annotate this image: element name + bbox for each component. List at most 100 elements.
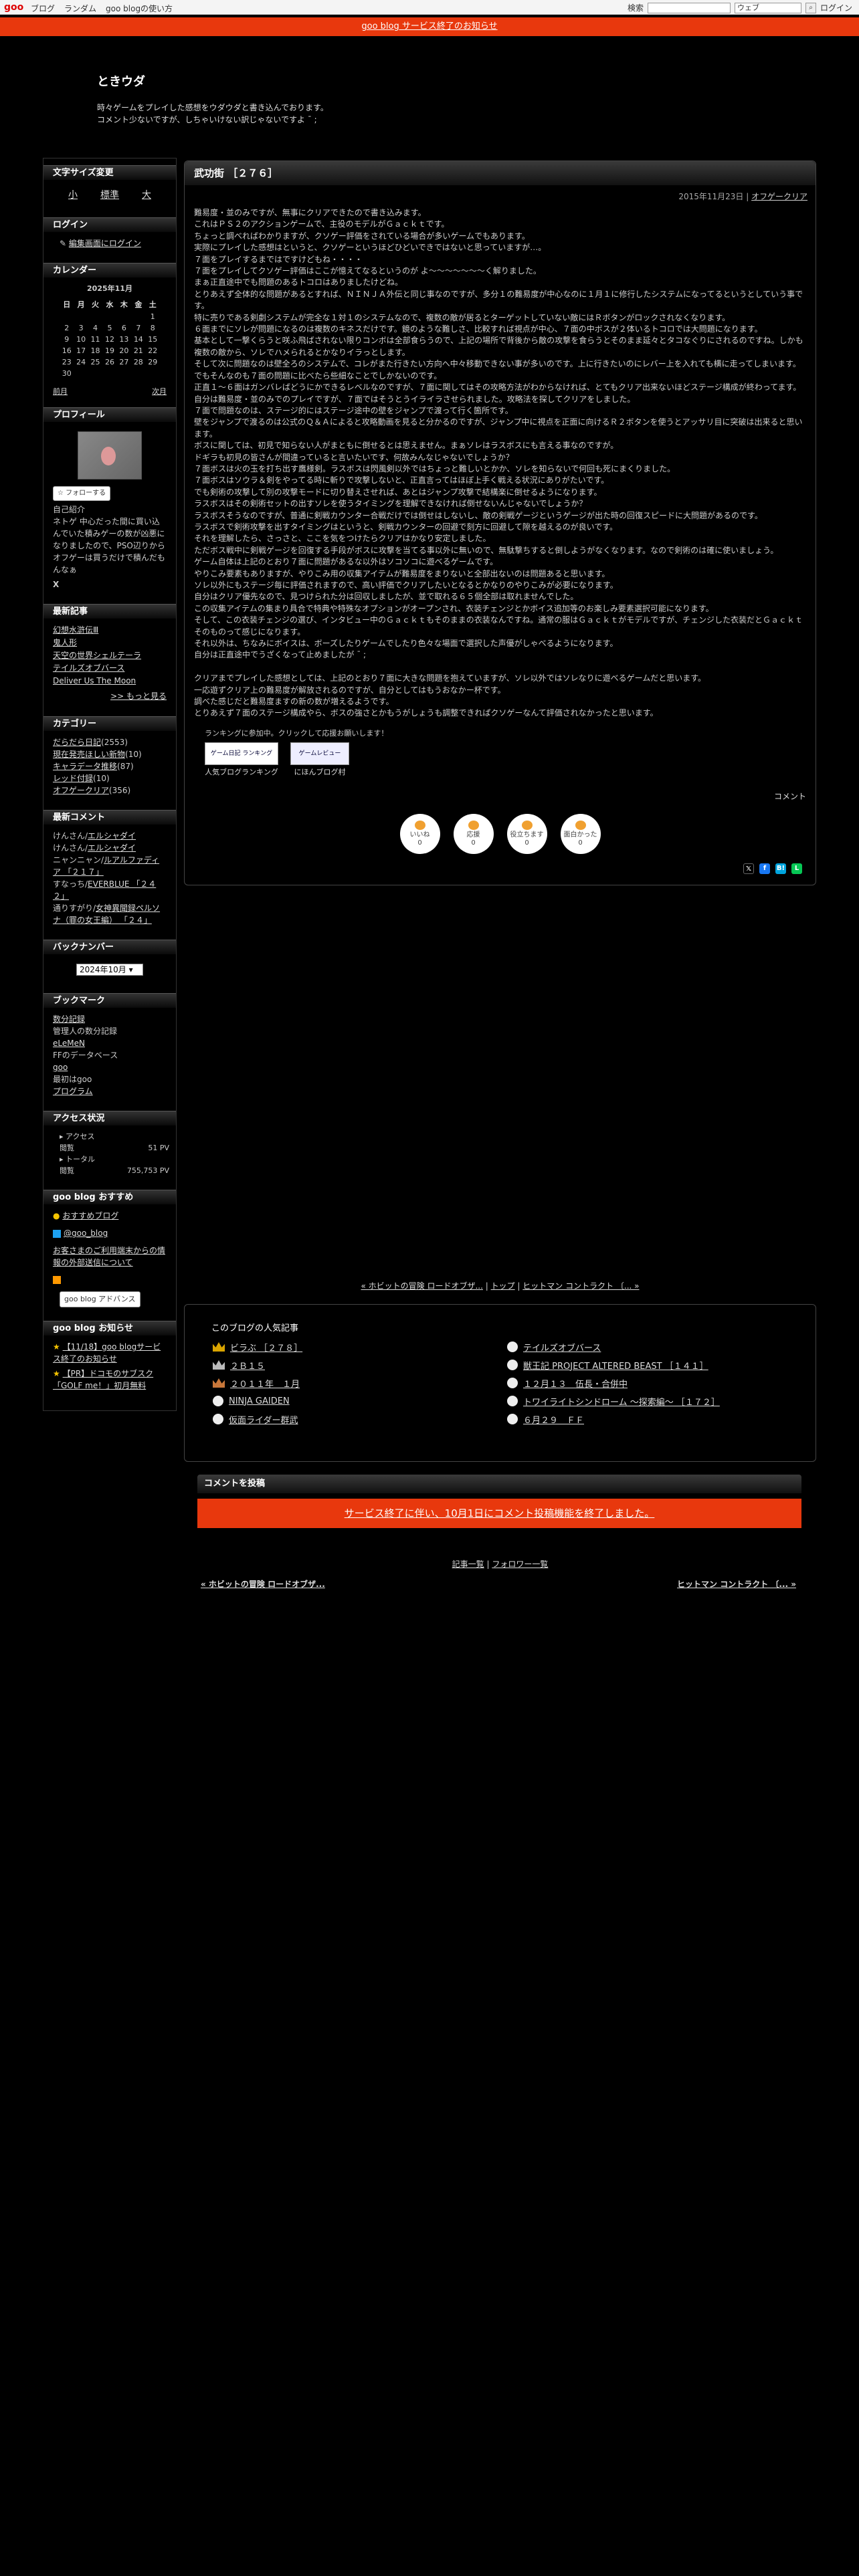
sidebar: 文字サイズ変更 小 標準 大 ログイン ✎ 編集画面にログイン カレンダー 20… xyxy=(43,158,177,1411)
news-link[interactable]: 【PR】ドコモのサブスク「GOLF me！」初月無料 xyxy=(53,1369,153,1390)
comment-link[interactable]: コメント xyxy=(774,792,806,801)
category-link[interactable]: だらだら日記 xyxy=(53,738,101,747)
rss-icon[interactable] xyxy=(53,1276,61,1284)
popular-post-link[interactable]: NINJA GAIDEN xyxy=(229,1396,290,1406)
popular-post-link[interactable]: ２０１１年 １月 xyxy=(230,1377,300,1390)
popular-post-link[interactable]: テイルズオブバース xyxy=(523,1341,601,1354)
reaction-count: 0 xyxy=(524,839,529,847)
comment-post-link[interactable]: エルシャダイ xyxy=(88,843,136,853)
popular-post-link[interactable]: １２月１３ 伍長・合併中 xyxy=(523,1377,628,1390)
calendar-day: 26 xyxy=(104,358,114,366)
reaction-button[interactable]: 面白かった 0 xyxy=(560,813,601,854)
reaction-button[interactable]: 役立ちます 0 xyxy=(506,813,547,854)
post-list-link[interactable]: 記事一覧 xyxy=(452,1560,484,1569)
bottom-next-post-link[interactable]: ヒットマン コントラクト 〔... » xyxy=(677,1578,796,1590)
fontsize-normal[interactable]: 標準 xyxy=(100,188,119,201)
access-total-views-label: 閲覧 xyxy=(60,1166,74,1175)
external-transmission-link[interactable]: お客さまのご利用端末からの情報の外部送信について xyxy=(53,1246,165,1267)
twitter-link[interactable]: @goo_blog xyxy=(64,1228,108,1238)
reaction-face-icon xyxy=(521,820,533,830)
comment-post-link[interactable]: エルシャダイ xyxy=(88,831,136,841)
fontsize-large[interactable]: 大 xyxy=(142,188,151,201)
popular-post-link[interactable]: ２Ｂ１５ xyxy=(230,1359,265,1372)
topbar-link-blog[interactable]: ブログ xyxy=(31,3,55,14)
x-share-icon[interactable]: 𝕏 xyxy=(743,863,754,874)
category-count: (10) xyxy=(93,774,110,783)
search-icon[interactable]: ⌕ xyxy=(805,2,817,13)
popular-post-link[interactable]: 獣王記 PROJECT ALTERED BEAST ［１４１］ xyxy=(523,1359,708,1372)
post-pager: « ホビットの冒険 ロードオブザ... | トップ | ヒットマン コントラクト… xyxy=(361,1281,640,1291)
recent-posts-more-link[interactable]: >> もっと見る xyxy=(53,690,167,703)
search-scope-select[interactable]: ウェブ xyxy=(735,2,802,13)
hatena-share-icon[interactable]: B! xyxy=(775,863,786,874)
backnumber-select[interactable]: 2024年10月 ▾ xyxy=(76,964,143,976)
top-link[interactable]: トップ xyxy=(491,1281,515,1291)
popular-post-link[interactable]: ６月２９ ＦＦ xyxy=(523,1413,584,1426)
reaction-buttons: いいね 0 応援 0 役立ちます 0 面白かった 0 xyxy=(185,813,816,854)
backnumber-title: バックナンバー xyxy=(43,940,176,954)
prev-post-link[interactable]: « ホビットの冒険 ロードオブザ... xyxy=(361,1281,482,1291)
popular-post-link[interactable]: ビラぶ ［２７８］ xyxy=(230,1341,302,1354)
calendar-next-month[interactable]: 次月 xyxy=(152,386,167,397)
popular-post-item: 獣王記 PROJECT ALTERED BEAST ［１４１］ xyxy=(507,1358,788,1372)
star-icon: ★ xyxy=(53,1342,60,1352)
calendar-prev-month[interactable]: 前月 xyxy=(53,386,68,397)
post-category-link[interactable]: オフゲークリア xyxy=(751,192,807,201)
popular-post-item: 仮面ライダー群武 xyxy=(213,1412,494,1426)
edit-login-link[interactable]: 編集画面にログイン xyxy=(69,239,141,248)
reaction-button[interactable]: 応援 0 xyxy=(453,813,494,854)
category-link[interactable]: 現在発売ほしい新物 xyxy=(53,750,125,759)
service-end-notice-link[interactable]: goo blog サービス終了のお知らせ xyxy=(361,21,497,31)
calendar-day: 21 xyxy=(133,346,143,355)
fontsize-small[interactable]: 小 xyxy=(68,188,78,201)
topbar-link-howto[interactable]: goo blogの使い方 xyxy=(106,3,173,14)
calendar-day: 18 xyxy=(90,346,100,355)
next-post-link[interactable]: ヒットマン コントラクト 〔... » xyxy=(522,1281,639,1291)
line-share-icon[interactable]: L xyxy=(791,863,802,874)
bookmark-link[interactable]: eLeMeN xyxy=(53,1037,167,1049)
comment-closed-link[interactable]: サービス終了に伴い、10月1日にコメント投稿機能を終了しました。 xyxy=(345,1507,655,1519)
calendar-day: 8 xyxy=(150,324,155,332)
recent-comments-list: けんさん/エルシャダイ けんさん/エルシャダイ ニャンニャン/ルアルファディア 「２… xyxy=(43,825,176,932)
ranking-banner-mura[interactable]: ゲームレビュー xyxy=(290,742,349,765)
calendar-day: 2 xyxy=(64,324,70,332)
access-today-label: ▸ アクセス xyxy=(60,1132,95,1141)
blog-title[interactable]: ときウダ xyxy=(97,72,699,90)
facebook-share-icon[interactable]: f xyxy=(759,863,770,874)
bookmark-link[interactable]: プログラム xyxy=(53,1085,167,1097)
search-input[interactable] xyxy=(648,2,731,13)
category-link[interactable]: オフゲークリア xyxy=(53,786,109,795)
calendar-weekday: 月 xyxy=(77,300,85,309)
recent-post-link[interactable]: Deliver Us The Moon xyxy=(53,675,167,687)
x-icon[interactable]: X xyxy=(53,578,167,591)
recent-post-link[interactable]: テイルズオブバース xyxy=(53,662,167,675)
recent-post-link[interactable]: 天空の世界シェルテーラ xyxy=(53,649,167,662)
news-link[interactable]: 【11/18】goo blogサービス終了のお知らせ xyxy=(53,1342,161,1364)
calendar-day: 24 xyxy=(76,358,86,366)
calendar-day xyxy=(146,368,160,379)
follow-button[interactable]: ☆ フォローする xyxy=(53,486,111,501)
follower-list-link[interactable]: フォロワー一覧 xyxy=(492,1560,548,1569)
bottom-prev-post-link[interactable]: « ホビットの冒険 ロードオブザ... xyxy=(201,1578,325,1590)
calendar-day: 11 xyxy=(90,335,100,344)
category-link[interactable]: キャラデータ推移 xyxy=(53,762,117,771)
goo-logo[interactable]: goo xyxy=(4,2,23,13)
recommend-blog-link[interactable]: おすすめブログ xyxy=(62,1211,118,1220)
ranking-link-mura[interactable]: にほんブログ村 xyxy=(294,766,346,777)
profile-avatar[interactable] xyxy=(78,431,142,479)
ranking-banner-popular[interactable]: ゲーム日記 ランキング xyxy=(205,742,278,765)
bookmark-link[interactable]: goo xyxy=(53,1061,167,1073)
topbar-link-random[interactable]: ランダム xyxy=(64,3,96,14)
popular-post-link[interactable]: トワイライトシンドローム 〜探索編〜 ［１７２］ xyxy=(523,1395,720,1408)
bookmark-desc: 管理人の数分記録 xyxy=(53,1027,118,1036)
topbar-login-link[interactable]: ログイン xyxy=(820,2,852,13)
popular-post-link[interactable]: 仮面ライダー群武 xyxy=(229,1413,298,1426)
bookmark-link[interactable]: 数分記録 xyxy=(53,1013,167,1025)
recent-post-link[interactable]: 鬼人形 xyxy=(53,637,167,649)
reaction-button[interactable]: いいね 0 xyxy=(399,813,440,854)
category-link[interactable]: レッド付録 xyxy=(53,774,93,783)
post-title[interactable]: 武功街 ［２７６］ xyxy=(185,161,816,185)
recent-post-link[interactable]: 幻想水滸伝Ⅲ xyxy=(53,624,167,637)
goo-blog-advance-button[interactable]: goo blog アドバンス xyxy=(60,1291,140,1307)
ranking-link-popular[interactable]: 人気ブログランキング xyxy=(205,766,278,777)
